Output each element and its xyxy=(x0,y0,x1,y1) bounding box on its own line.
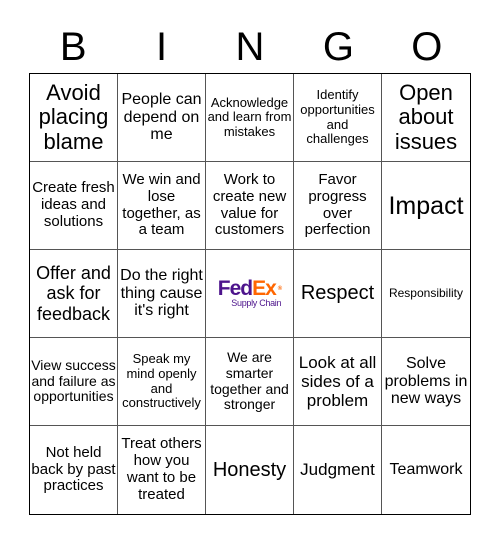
bingo-cell[interactable]: Responsibility xyxy=(382,250,470,338)
bingo-cell[interactable]: Treat others how you want to be treated xyxy=(118,426,206,514)
header-letter-i: I xyxy=(156,25,168,69)
logo-subtitle: Supply Chain xyxy=(231,298,282,309)
bingo-cell[interactable]: Create fresh ideas and solutions xyxy=(30,162,118,250)
bingo-cell[interactable]: Avoid placing blame xyxy=(30,74,118,162)
bingo-cell[interactable]: We win and lose together, as a team xyxy=(118,162,206,250)
bingo-cell[interactable]: Do the right thing cause it's right xyxy=(118,250,206,338)
bingo-grid: Avoid placing blame People can depend on… xyxy=(29,73,471,515)
bingo-cell[interactable]: Work to create new value for customers xyxy=(206,162,294,250)
bingo-cell[interactable]: Honesty xyxy=(206,426,294,514)
header-letter-g: G xyxy=(322,25,354,69)
bingo-cell[interactable]: Favor progress over perfection xyxy=(294,162,382,250)
bingo-cell[interactable]: Look at all sides of a problem xyxy=(294,338,382,426)
fedex-supply-chain-logo: FedEx ® Supply Chain xyxy=(217,276,283,309)
header-letter-n: N xyxy=(235,25,265,69)
bingo-cell[interactable]: We are smarter together and stronger xyxy=(206,338,294,426)
bingo-cell[interactable]: Offer and ask for feedback xyxy=(30,250,118,338)
bingo-cell[interactable]: Solve problems in new ways xyxy=(382,338,470,426)
free-space[interactable]: FedEx ® Supply Chain xyxy=(206,250,294,338)
bingo-cell[interactable]: People can depend on me xyxy=(118,74,206,162)
bingo-cell[interactable]: Respect xyxy=(294,250,382,338)
registered-mark: ® xyxy=(277,286,283,293)
bingo-cell[interactable]: Judgment xyxy=(294,426,382,514)
bingo-cell[interactable]: Identify opportunities and challenges xyxy=(294,74,382,162)
bingo-cell[interactable]: Open about issues xyxy=(382,74,470,162)
bingo-cell[interactable]: Speak my mind openly and constructively xyxy=(118,338,206,426)
bingo-cell[interactable]: View success and failure as opportunitie… xyxy=(30,338,118,426)
bingo-cell[interactable]: Impact xyxy=(382,162,470,250)
bingo-header: B I N G O xyxy=(29,22,471,72)
bingo-cell[interactable]: Acknowledge and learn from mistakes xyxy=(206,74,294,162)
logo-ex-text: Ex xyxy=(252,276,277,300)
header-letter-b: B xyxy=(59,25,87,69)
logo-fed-text: Fed xyxy=(217,276,253,300)
bingo-cell[interactable]: Not held back by past practices xyxy=(30,426,118,514)
header-letter-o: O xyxy=(411,25,443,69)
bingo-cell[interactable]: Teamwork xyxy=(382,426,470,514)
